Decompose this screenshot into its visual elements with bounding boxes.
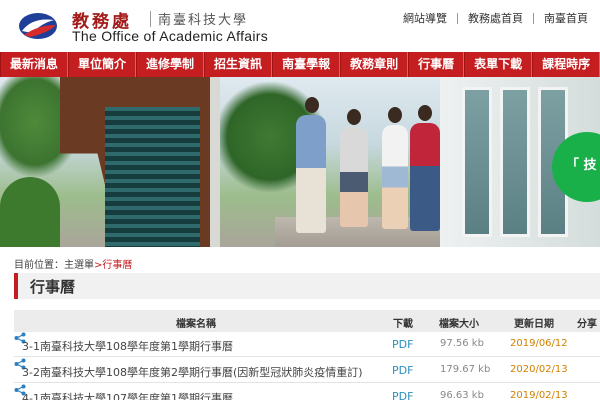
breadcrumb-prefix: 目前位置： — [14, 260, 64, 271]
top-link-divider — [457, 12, 458, 24]
hero-banner: 「 技 — [0, 77, 600, 247]
banner-student — [382, 125, 408, 229]
update-date: 2020/02/13 — [510, 364, 568, 375]
breadcrumb-home[interactable]: 主選單 — [64, 260, 94, 271]
office-title-en: The Office of Academic Affairs — [72, 28, 269, 44]
banner-pillar — [210, 77, 220, 247]
nav-item-about[interactable]: 單位簡介 — [68, 52, 137, 77]
download-link[interactable]: PDF — [392, 390, 413, 400]
university-name-zh: 南臺科技大學 — [158, 13, 249, 28]
update-date: 2019/06/12 — [510, 338, 568, 349]
banner-student-head — [388, 107, 402, 123]
download-link[interactable]: PDF — [392, 364, 413, 377]
top-links: 網站導覽 教務處首頁 南臺首頁 — [403, 10, 588, 26]
file-name: 4-1南臺科技大學107學年度第1學期行事曆 — [22, 392, 233, 400]
banner-student — [340, 127, 368, 227]
university-logo-icon[interactable] — [18, 11, 58, 41]
nav-item-forms[interactable]: 表單下載 — [464, 52, 533, 77]
page-title: 行事曆 — [30, 278, 76, 296]
table-row: 4-1南臺科技大學107學年度第1學期行事曆 PDF 96.63 kb 2019… — [14, 384, 600, 400]
page-title-accent — [14, 273, 18, 299]
breadcrumb: 目前位置：主選單>行事曆 — [14, 256, 132, 271]
file-size: 179.67 kb — [440, 364, 491, 375]
top-link-divider — [533, 12, 534, 24]
header-file-name: 檔案名稱 — [176, 319, 216, 330]
title-divider — [150, 11, 151, 27]
update-date: 2019/02/13 — [510, 390, 568, 400]
header-download: 下載 — [393, 319, 413, 330]
header-update-date: 更新日期 — [514, 319, 554, 330]
banner-window — [462, 87, 492, 237]
nav-item-journal[interactable]: 南臺學報 — [272, 52, 341, 77]
banner-stair-steps — [105, 107, 200, 247]
banner-sign-text: 「 技 — [566, 158, 597, 173]
breadcrumb-current: 行事曆 — [102, 260, 133, 271]
banner-student — [296, 115, 326, 233]
nav-item-news[interactable]: 最新消息 — [0, 52, 69, 77]
top-link-office-home[interactable]: 教務處首頁 — [468, 10, 523, 26]
nav-item-regulations[interactable]: 教務章則 — [340, 52, 409, 77]
header-share: 分享 — [577, 319, 597, 330]
table-row: 3-1南臺科技大學108學年度第1學期行事曆 PDF 97.56 kb 2019… — [14, 332, 600, 357]
table-row: 3-2南臺科技大學108學年度第2學期行事曆(因新型冠狀肺炎疫情重訂) PDF … — [14, 358, 600, 383]
top-link-sitemap[interactable]: 網站導覽 — [403, 10, 447, 26]
top-link-university-home[interactable]: 南臺首頁 — [544, 10, 588, 26]
nav-item-course-schedule[interactable]: 課程時序 — [532, 52, 600, 77]
banner-window — [500, 87, 530, 237]
file-size: 96.63 kb — [440, 390, 484, 400]
main-nav: 最新消息 單位簡介 進修學制 招生資訊 南臺學報 教務章則 行事曆 表單下載 課… — [0, 52, 600, 77]
nav-item-continuing-education[interactable]: 進修學制 — [136, 52, 205, 77]
file-name: 3-2南臺科技大學108學年度第2學期行事曆(因新型冠狀肺炎疫情重訂) — [22, 366, 363, 379]
banner-student-head — [305, 97, 319, 113]
file-name: 3-1南臺科技大學108學年度第1學期行事曆 — [22, 340, 233, 353]
download-link[interactable]: PDF — [392, 338, 413, 351]
nav-item-calendar[interactable]: 行事曆 — [408, 52, 465, 77]
nav-item-admissions[interactable]: 招生資訊 — [204, 52, 273, 77]
banner-student-head — [347, 109, 361, 125]
file-size: 97.56 kb — [440, 338, 484, 349]
table-header: 檔案名稱 下載 檔案大小 更新日期 分享 — [14, 310, 600, 332]
site-header: 教務處 南臺科技大學 The Office of Academic Affair… — [0, 0, 600, 52]
banner-student-head — [418, 105, 432, 121]
banner-student — [410, 123, 440, 231]
page-title-bar: 行事曆 — [14, 273, 600, 299]
banner-hedge — [0, 177, 60, 247]
header-file-size: 檔案大小 — [439, 319, 479, 330]
